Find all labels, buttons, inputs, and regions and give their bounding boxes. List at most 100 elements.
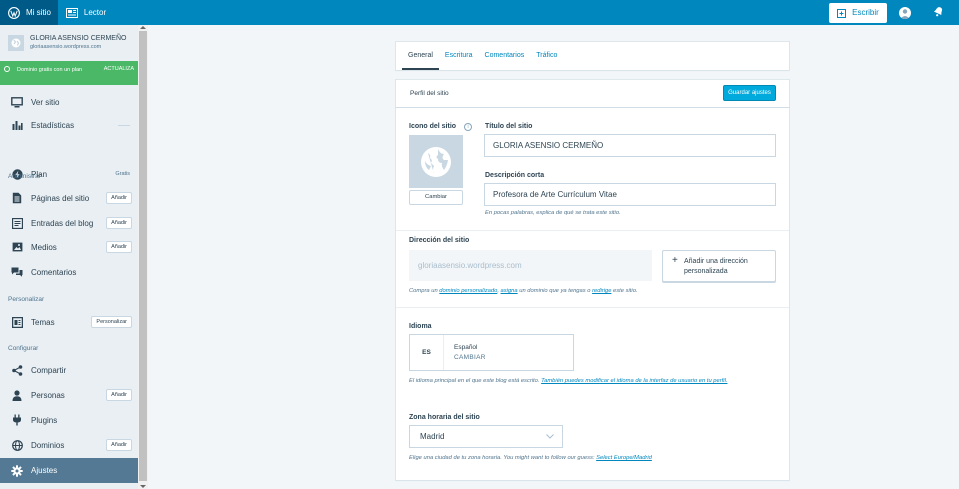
site-url: gloriaasensio.wordpress.com [30,44,102,50]
site-globe-icon [8,34,24,51]
add-media-button[interactable]: Añadir [106,241,132,253]
customize-button[interactable]: Personalizar [91,316,132,328]
tagline-label: Descripción corta [485,172,545,179]
globe-placeholder-icon [421,146,451,177]
settings-tabs: General Escritura Comentarios Tráfico [396,42,789,70]
write-label: Escribir [852,8,879,17]
current-site-card[interactable]: GLORIA ASENSIO CERMEÑO gloriaasensio.wor… [0,25,138,60]
change-icon-button[interactable]: Cambiar [409,190,463,205]
sidebar-item-plugins[interactable]: Plugins [0,408,138,432]
site-address-input: gloriaasensio.wordpress.com [409,250,652,281]
timezone-hint: Elige una ciudad de tu zona horaria. You… [409,455,652,461]
section-personalizar: Personalizar [8,296,45,303]
map-domain-link[interactable]: asigna [501,288,518,294]
info-circle-icon [4,66,10,72]
site-title-label: Título del sitio [485,123,533,130]
add-page-button[interactable]: Añadir [106,192,132,204]
scroll-up-arrow-icon[interactable] [140,26,146,29]
pages-icon [11,192,23,204]
sidebar-item-label: Ajustes [31,466,58,475]
add-custom-address-label: Añadir una dirección personalizada [684,258,748,275]
reader-button[interactable]: Lector [58,0,114,25]
timezone-guess-link[interactable]: Select Europe/Madrid [596,455,652,461]
site-icon-preview [409,135,463,188]
user-avatar[interactable] [899,6,911,19]
reader-icon [65,7,78,19]
masterbar: Mi sitio Lector Escribir [0,0,959,25]
scroll-down-arrow-icon[interactable] [140,485,146,488]
share-icon [11,364,23,376]
my-site-button[interactable]: Mi sitio [0,0,58,25]
plan-type: Gratis [115,171,130,177]
language-code: ES [410,335,444,370]
write-icon [837,8,847,18]
sidebar-item-media[interactable]: Medios Añadir [0,235,138,259]
timezone-select[interactable]: Madrid [409,425,563,448]
sidebar-item-settings[interactable]: Ajustes [0,458,138,483]
add-custom-address-button[interactable]: + Añadir una dirección personalizada [662,250,776,282]
scroll-thumb[interactable] [139,31,147,481]
add-domain-button[interactable]: Añadir [106,439,132,451]
sidebar-item-label: Ver sitio [31,97,60,107]
chevron-down-icon [546,434,554,439]
change-language-button[interactable]: CAMBIAR [454,354,486,361]
add-post-button[interactable]: Añadir [106,217,132,229]
sidebar-scrollbar[interactable] [138,25,148,489]
posts-icon [11,217,23,229]
tab-traffic[interactable]: Tráfico [530,42,563,70]
sidebar-item-posts[interactable]: Entradas del blog Añadir [0,211,138,235]
save-settings-button[interactable]: Guardar ajustes [723,85,776,101]
timezone-value: Madrid [420,432,445,441]
write-button[interactable]: Escribir [829,2,887,23]
stats-bars-icon [11,119,23,131]
add-person-button[interactable]: Añadir [106,389,132,401]
person-icon [11,389,23,401]
stats-sparkline [118,125,130,126]
wordpress-logo-icon [8,6,20,19]
themes-icon [11,316,23,328]
section-configurar: Configurar [8,345,39,352]
site-address-label: Dirección del sitio [409,237,470,244]
sidebar-item-label: Plugins [31,415,58,425]
my-site-label: Mi sitio [26,8,51,17]
sidebar-item-label: Compartir [31,365,67,375]
sidebar-item-stats[interactable]: Estadísticas [0,113,138,137]
sidebar-item-comments[interactable]: Comentarios [0,260,138,284]
sidebar-item-label: Medios [31,242,57,252]
profile-language-link[interactable]: También puedes modificar el idioma de la… [541,378,727,384]
notifications-bell-icon[interactable] [933,6,944,19]
sidebar: GLORIA ASENSIO CERMEÑO gloriaasensio.wor… [0,25,138,489]
sidebar-item-themes[interactable]: Temas Personalizar [0,310,138,334]
plus-icon: + [672,255,678,266]
media-image-icon [11,241,23,253]
divider [396,307,789,308]
sidebar-item-pages[interactable]: Páginas del sitio Añadir [0,186,138,210]
tab-general[interactable]: General [402,42,439,70]
promo-cta[interactable]: ACTUALIZA [104,66,134,72]
sidebar-item-domains[interactable]: Dominios Añadir [0,433,138,457]
site-address-hint: Compra un dominio personalizado, asigna … [409,288,638,294]
info-icon[interactable]: i [464,123,472,131]
tab-discussion[interactable]: Comentarios [479,42,531,70]
upgrade-promo[interactable]: Dominio gratis con un plan ACTUALIZA [0,61,138,85]
redirect-link[interactable]: redirige [592,288,611,294]
tagline-input[interactable]: Profesora de Arte Currículum Vitae [484,183,776,206]
comments-icon [11,266,23,278]
promo-text: Dominio gratis con un plan [17,67,83,73]
plugin-icon [11,414,23,426]
sidebar-item-label: Dominios [31,440,65,450]
language-name: Español [454,344,478,351]
sidebar-item-sharing[interactable]: Compartir [0,358,138,382]
site-title-input[interactable]: GLORIA ASENSIO CERMEÑO [484,134,776,157]
computer-icon [11,96,23,108]
language-picker[interactable]: ES Español CAMBIAR [409,334,574,371]
language-hint: El idioma principal en el que este blog … [409,378,728,384]
site-icon-label: Icono del sitio [409,123,457,130]
sidebar-item-people[interactable]: Personas Añadir [0,383,138,407]
tab-writing[interactable]: Escritura [439,42,479,70]
sidebar-item-label: Comentarios [31,267,77,277]
site-profile-header: Perfil del sitio Guardar ajustes [396,80,789,107]
sidebar-item-view-site[interactable]: Ver sitio [0,90,138,114]
sidebar-item-label: Estadísticas [31,120,75,130]
custom-domain-link[interactable]: dominio personalizado [439,288,497,294]
